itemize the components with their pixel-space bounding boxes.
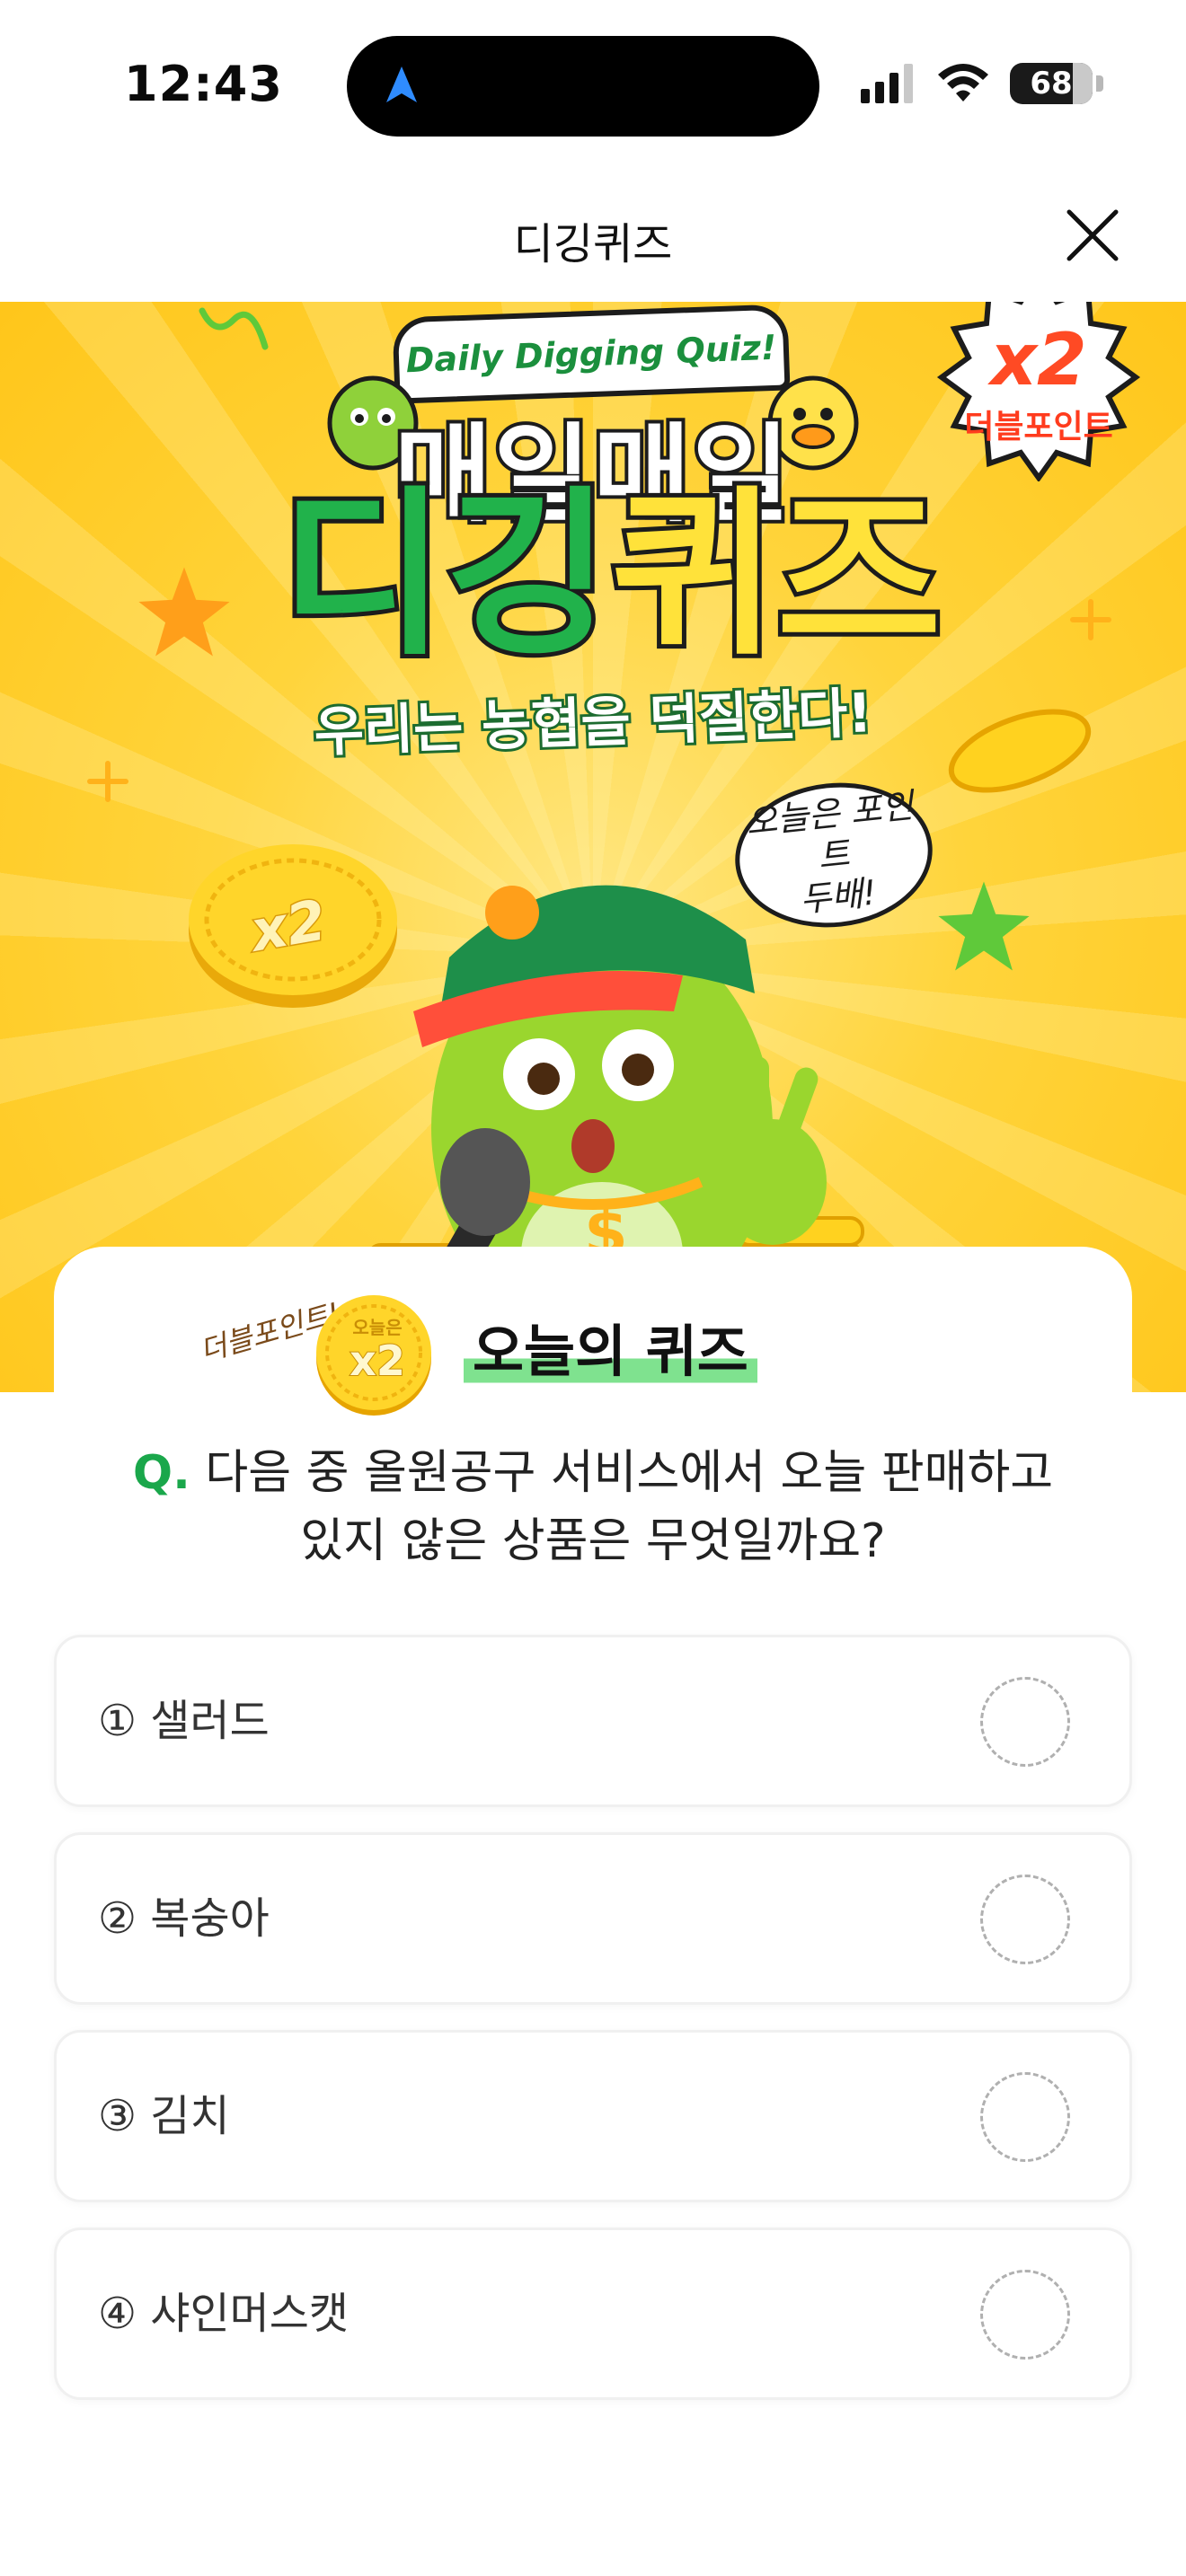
radio-button[interactable] — [980, 1677, 1070, 1767]
squiggle-icon — [199, 307, 269, 350]
battery-cap — [1096, 75, 1103, 92]
plus-icon — [1070, 599, 1111, 640]
page-title: 디깅퀴즈 — [513, 219, 673, 269]
title-digging: 디깅 — [276, 468, 615, 684]
question-line-1: 다음 중 올원공구 서비스에서 오늘 판매하고 — [205, 1446, 1054, 1500]
quiz-card-header: 더블포인트! 오늘은 x2 오늘의 퀴즈 — [54, 1274, 1132, 1416]
answer-option-3[interactable]: ③ 김치 — [54, 2030, 1132, 2202]
dynamic-island — [347, 36, 819, 137]
battery-icon: 68 — [1010, 63, 1093, 104]
app-header: 디깅퀴즈 — [0, 171, 1186, 302]
answer-option-1[interactable]: ① 샐러드 — [54, 1635, 1132, 1807]
status-bar: 12:43 68 — [0, 0, 1186, 171]
answer-option-2[interactable]: ② 복숭아 — [54, 1832, 1132, 2005]
quiz-page: 12:43 68 디깅퀴즈 x2 x2 더블포인트 Daily Digging … — [0, 0, 1186, 2576]
question-marker: Q. — [132, 1446, 190, 1500]
ribbon-text: Daily Digging Quiz! — [405, 327, 777, 381]
coin-top-text: 오늘은 — [352, 1317, 403, 1338]
section-title: 오늘의 퀴즈 — [464, 1317, 757, 1389]
location-arrow-icon — [386, 66, 417, 102]
answer-option-4[interactable]: ④ 샤인머스캣 — [54, 2228, 1132, 2400]
status-icons: 68 — [859, 63, 1103, 104]
close-icon[interactable] — [1064, 207, 1121, 264]
question-text: Q. 다음 중 올원공구 서비스에서 오늘 판매하고 있지 않은 상품은 무엇일… — [90, 1439, 1096, 1575]
question-line-2: 있지 않은 상품은 무엇일까요? — [300, 1514, 886, 1568]
radio-button[interactable] — [980, 2270, 1070, 2360]
star-icon — [938, 881, 1030, 971]
coin-x2-text: x2 — [349, 1336, 406, 1386]
option-label: ② 복숭아 — [98, 1893, 270, 1944]
signal-icon — [861, 64, 913, 103]
radio-button[interactable] — [980, 2072, 1070, 2162]
option-label: ④ 샤인머스캣 — [98, 2289, 350, 2339]
status-time: 12:43 — [124, 56, 283, 112]
wifi-icon — [938, 64, 988, 101]
option-label: ③ 김치 — [98, 2091, 230, 2141]
star-icon — [138, 567, 230, 657]
option-label: ① 샐러드 — [98, 1696, 270, 1746]
quiz-banner: x2 x2 더블포인트 Daily Digging Quiz! 매일매일 디깅 — [0, 302, 1186, 1392]
title-line-2: 디깅 퀴즈 — [276, 468, 946, 684]
battery-level: 68 — [1030, 66, 1073, 101]
radio-button[interactable] — [980, 1875, 1070, 1964]
quiz-card: 더블포인트! 오늘은 x2 오늘의 퀴즈 Q. 다음 중 올원공구 서비스에서 … — [54, 1247, 1132, 2576]
title-quiz: 퀴즈 — [606, 468, 946, 684]
